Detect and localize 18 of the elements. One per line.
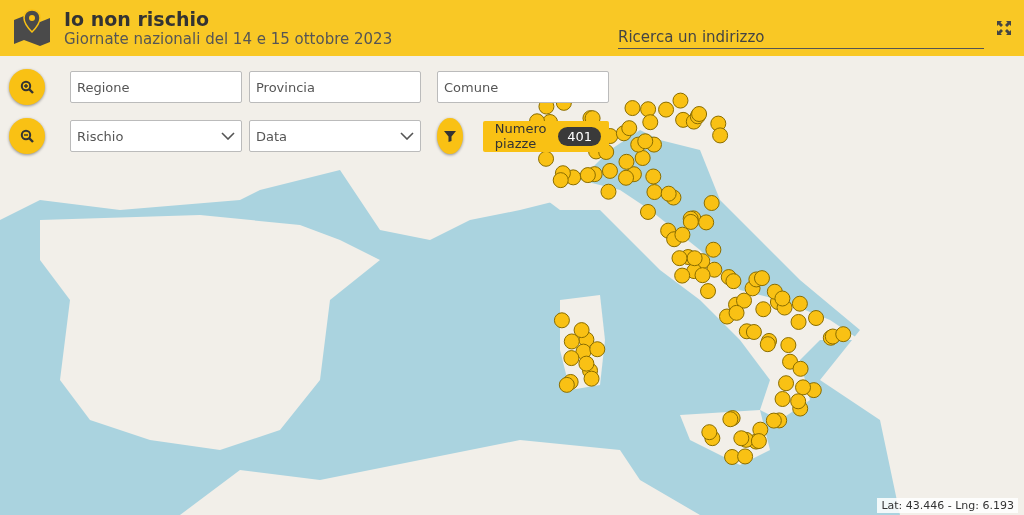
count-value: 401: [558, 126, 601, 146]
app-title: Io non rischio: [64, 8, 210, 30]
app-subtitle: Giornate nazionali del 14 e 15 ottobre 2023: [64, 30, 394, 48]
dropdown[interactable]: Data: [249, 120, 421, 152]
fullscreen-icon[interactable]: [996, 20, 1012, 36]
text-field[interactable]: Provincia: [249, 71, 421, 103]
chevron-icon: [221, 132, 235, 140]
filter-icon: [443, 130, 456, 142]
map-pin-icon: [12, 8, 52, 48]
address-search-field[interactable]: Ricerca un indirizzo: [618, 25, 984, 49]
coordinates-readout: Lat: 43.446 - Lng: 6.193: [877, 498, 1018, 513]
chevron-icon: [400, 132, 414, 140]
zoom-in-icon: [20, 80, 34, 94]
dropdown[interactable]: Rischio: [70, 120, 242, 152]
text-field[interactable]: Comune: [437, 71, 609, 103]
count-label: Numero piazze: [494, 121, 548, 151]
text-field[interactable]: Regione: [70, 71, 242, 103]
zoom-out-icon: [20, 129, 34, 143]
